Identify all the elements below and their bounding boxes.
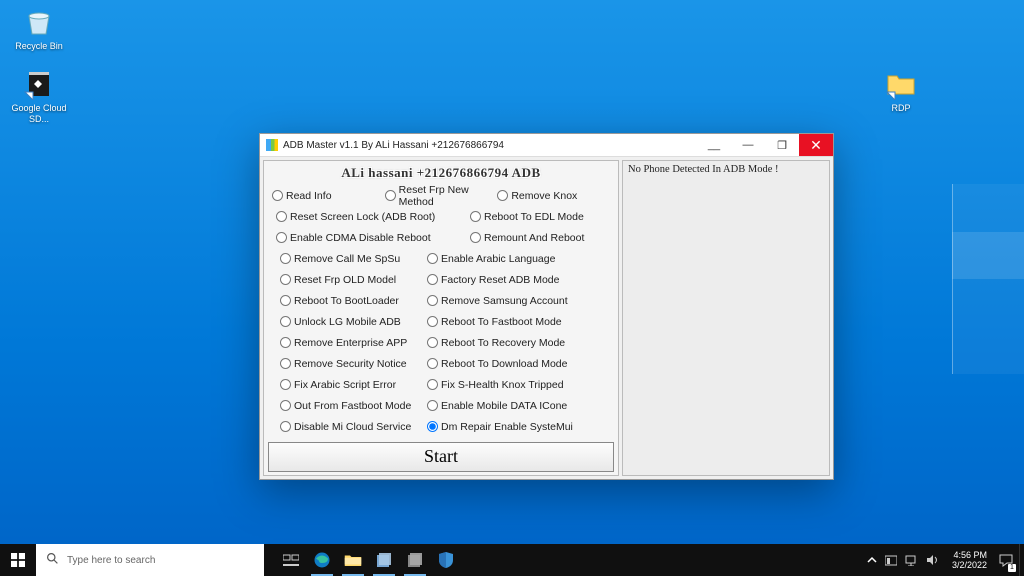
radio-reboot-bootloader[interactable]: Reboot To BootLoader bbox=[280, 295, 427, 307]
titlebar[interactable]: ADB Master v1.1 By ALi Hassani +21267686… bbox=[260, 134, 833, 157]
taskbar-app-security[interactable] bbox=[431, 544, 461, 576]
radio-reboot-download[interactable]: Reboot To Download Mode bbox=[427, 358, 567, 370]
search-box[interactable]: Type here to search bbox=[36, 544, 264, 576]
task-view-icon bbox=[283, 553, 299, 567]
taskbar: Type here to search 4:56 PM 3/2/2022 1 bbox=[0, 544, 1024, 576]
radio-fix-arabic-script[interactable]: Fix Arabic Script Error bbox=[280, 379, 427, 391]
radio-cdma-disable-reboot[interactable]: Enable CDMA Disable Reboot bbox=[276, 232, 470, 244]
radio-out-fastboot[interactable]: Out From Fastboot Mode bbox=[280, 400, 427, 412]
tray-chevron-icon[interactable] bbox=[867, 555, 877, 565]
taskbar-clock[interactable]: 4:56 PM 3/2/2022 bbox=[946, 544, 993, 576]
window-title: ADB Master v1.1 By ALi Hassani +21267686… bbox=[283, 140, 697, 151]
radio-remove-callme[interactable]: Remove Call Me SpSu bbox=[280, 253, 427, 265]
adb-master-window: ADB Master v1.1 By ALi Hassani +21267686… bbox=[259, 133, 834, 480]
desktop-icon-label: Recycle Bin bbox=[15, 41, 63, 51]
banner-text: ALi hassani +212676866794 ADB bbox=[266, 165, 616, 181]
notification-badge: 1 bbox=[1008, 564, 1016, 572]
radio-dm-repair[interactable]: Dm Repair Enable SysteMui bbox=[427, 421, 573, 433]
windows-logo-icon bbox=[11, 553, 25, 567]
close-button[interactable]: ✕ bbox=[799, 134, 833, 156]
radio-reset-frp-old[interactable]: Reset Frp OLD Model bbox=[280, 274, 427, 286]
edge-icon bbox=[313, 551, 331, 569]
restore-button[interactable]: ❐ bbox=[765, 134, 799, 156]
taskbar-icons bbox=[276, 544, 461, 576]
clock-time: 4:56 PM bbox=[953, 550, 987, 560]
log-text: No Phone Detected In ADB Mode ! bbox=[628, 164, 778, 175]
radio-reset-screen-lock[interactable]: Reset Screen Lock (ADB Root) bbox=[276, 211, 470, 223]
maximize-button[interactable]: — bbox=[731, 134, 765, 156]
tray-network-icon[interactable] bbox=[905, 554, 918, 566]
radio-remove-samsung[interactable]: Remove Samsung Account bbox=[427, 295, 568, 307]
taskbar-app-2[interactable] bbox=[400, 544, 430, 576]
shield-icon bbox=[439, 552, 453, 568]
desktop-icon-recycle-bin[interactable]: Recycle Bin bbox=[9, 6, 69, 52]
generic-app-icon bbox=[376, 552, 392, 568]
notification-center-button[interactable]: 1 bbox=[993, 544, 1019, 576]
windows-accent-decoration bbox=[952, 184, 1024, 374]
desktop-icon-google-cloud-sdk[interactable]: Google Cloud SD... bbox=[9, 68, 69, 125]
log-pane[interactable]: No Phone Detected In ADB Mode ! bbox=[622, 160, 830, 476]
radio-remove-enterprise[interactable]: Remove Enterprise APP bbox=[280, 337, 427, 349]
clock-date: 3/2/2022 bbox=[952, 560, 987, 570]
desktop-icon-label: RDP bbox=[891, 103, 910, 113]
radio-enable-arabic[interactable]: Enable Arabic Language bbox=[427, 253, 555, 265]
folder-icon bbox=[885, 68, 917, 100]
options-pane: ALi hassani +212676866794 ADB Read Info … bbox=[263, 160, 619, 476]
search-icon bbox=[46, 552, 59, 568]
radio-reboot-edl[interactable]: Reboot To EDL Mode bbox=[470, 211, 584, 223]
radio-disable-mi-cloud[interactable]: Disable Mi Cloud Service bbox=[280, 421, 427, 433]
taskbar-app-1[interactable] bbox=[369, 544, 399, 576]
radio-fix-shealth[interactable]: Fix S-Health Knox Tripped bbox=[427, 379, 564, 391]
radio-factory-reset[interactable]: Factory Reset ADB Mode bbox=[427, 274, 559, 286]
start-button[interactable]: Start bbox=[268, 442, 614, 472]
app-icon bbox=[266, 139, 278, 151]
radio-remove-knox[interactable]: Remove Knox bbox=[497, 190, 610, 202]
desktop-icon-rdp[interactable]: RDP bbox=[871, 68, 931, 114]
show-desktop-button[interactable] bbox=[1019, 544, 1024, 576]
folder-icon bbox=[344, 553, 362, 567]
taskbar-app-edge[interactable] bbox=[307, 544, 337, 576]
sdk-shortcut-icon bbox=[23, 68, 55, 100]
generic-app-icon bbox=[407, 552, 423, 568]
minimize-button[interactable]: __ bbox=[697, 134, 731, 156]
radio-reset-frp-new[interactable]: Reset Frp New Method bbox=[385, 184, 498, 208]
radio-unlock-lg[interactable]: Unlock LG Mobile ADB bbox=[280, 316, 427, 328]
radio-remount-reboot[interactable]: Remount And Reboot bbox=[470, 232, 584, 244]
desktop-icon-label: Google Cloud SD... bbox=[11, 103, 66, 124]
radio-enable-mobile-data[interactable]: Enable Mobile DATA ICone bbox=[427, 400, 567, 412]
radio-reboot-recovery[interactable]: Reboot To Recovery Mode bbox=[427, 337, 565, 349]
start-menu-button[interactable] bbox=[0, 544, 36, 576]
radio-remove-security-notice[interactable]: Remove Security Notice bbox=[280, 358, 427, 370]
system-tray bbox=[865, 544, 946, 576]
tray-app-icon[interactable] bbox=[885, 554, 897, 566]
search-placeholder: Type here to search bbox=[67, 555, 155, 566]
radio-read-info[interactable]: Read Info bbox=[272, 190, 385, 202]
radio-reboot-fastboot[interactable]: Reboot To Fastboot Mode bbox=[427, 316, 562, 328]
tray-volume-icon[interactable] bbox=[926, 554, 940, 566]
taskbar-app-explorer[interactable] bbox=[338, 544, 368, 576]
recycle-bin-icon bbox=[23, 6, 55, 38]
task-view-button[interactable] bbox=[276, 544, 306, 576]
